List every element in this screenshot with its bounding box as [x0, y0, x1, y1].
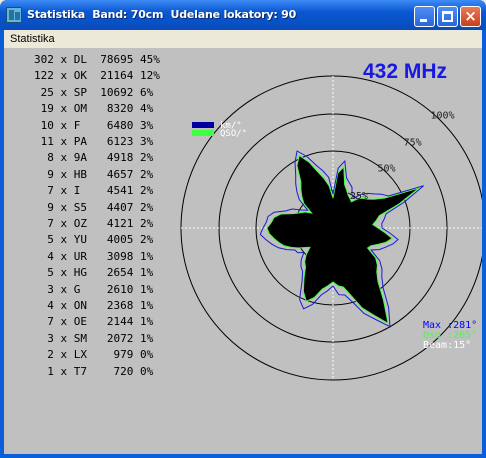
qso-pattern [266, 154, 420, 325]
minimize-button[interactable] [414, 6, 435, 27]
beam-width-label: Beam:15° [423, 340, 471, 351]
title-bar[interactable]: Statistika Band: 70cm Udelane lokatory: … [0, 0, 486, 30]
ring-label: 50% [377, 164, 395, 175]
legend-swatch [192, 122, 214, 128]
statistika-window: Statistika Band: 70cm Udelane lokatory: … [0, 0, 486, 458]
client-area: Statistika 302 x DL 78695 45% 122 x OK 21… [4, 30, 482, 454]
maximize-icon [442, 11, 453, 22]
window-title: Statistika Band: 70cm Udelane lokatory: … [27, 8, 297, 21]
app-icon [6, 7, 22, 23]
statistics-panel: 302 x DL 78695 45% 122 x OK 21164 12% 25 … [4, 48, 482, 454]
legend-label: QSO/° [220, 129, 247, 139]
minimize-icon [420, 19, 427, 22]
close-button[interactable]: × [460, 6, 481, 27]
maximize-button[interactable] [437, 6, 458, 27]
ring-labels: 25% 50% 75% 100% [350, 111, 455, 203]
menu-item-statistika[interactable]: Statistika [10, 33, 55, 45]
ring-label: 25% [350, 191, 368, 202]
legend-swatch [192, 130, 214, 136]
menu-bar: Statistika [4, 30, 482, 48]
polar-chart: 25%50%75%100% km/°QSO/° Max :281° Qso :2… [180, 75, 482, 381]
ring-label: 100% [430, 111, 454, 122]
chart-legend: km/°QSO/° [192, 121, 247, 139]
ring-label: 75% [404, 137, 422, 148]
close-icon: × [464, 7, 477, 25]
